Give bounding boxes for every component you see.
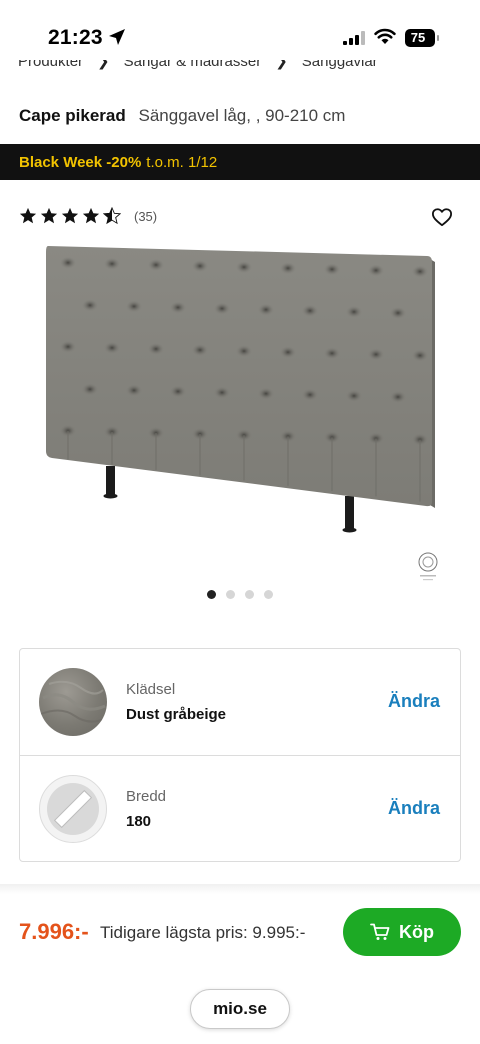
tuft-button xyxy=(258,303,274,316)
battery-level: 75 xyxy=(410,30,426,45)
tuft-button xyxy=(346,305,362,318)
star-half-icon xyxy=(103,207,121,225)
carousel-indicators[interactable] xyxy=(0,590,480,599)
tuft-button xyxy=(236,345,252,358)
tuft-button xyxy=(302,388,318,401)
option-width[interactable]: Bredd 180 Ändra xyxy=(20,755,460,861)
promo-banner[interactable]: Black Week -20% t.o.m. 1/12 xyxy=(0,144,480,180)
tuft-button xyxy=(368,348,384,361)
tuft-button xyxy=(324,263,340,276)
product-name: Cape pikerad xyxy=(19,106,126,125)
review-count: (35) xyxy=(134,208,158,224)
option-label: Klädsel xyxy=(126,681,176,698)
promo-highlight: Black Week -20% xyxy=(19,153,142,171)
tuft-button xyxy=(390,390,406,403)
tuft-button xyxy=(214,302,230,315)
tuft-button xyxy=(170,301,186,314)
tuft-button xyxy=(214,386,230,399)
tuft-button xyxy=(148,258,164,271)
tuft-button xyxy=(104,257,120,270)
status-bar: 21:23 75 xyxy=(0,0,480,66)
carousel-dot[interactable] xyxy=(226,590,235,599)
browser-url-bar[interactable]: mio.se xyxy=(190,989,290,1029)
buy-button-label: Köp xyxy=(399,921,434,942)
previous-lowest-price: Tidigare lägsta pris: 9.995:- xyxy=(100,923,306,942)
star-filled-icon xyxy=(61,207,79,224)
option-value: 180 xyxy=(126,813,152,830)
change-upholstery-button[interactable]: Ändra xyxy=(388,691,440,712)
tuft-button xyxy=(368,264,384,277)
wifi-icon xyxy=(374,28,396,44)
tuft-button xyxy=(390,306,406,319)
shopping-cart-icon xyxy=(370,923,390,940)
option-label: Bredd xyxy=(126,788,167,805)
option-value: Dust gråbeige xyxy=(126,706,227,723)
breadcrumb-item[interactable]: Sänggavlar xyxy=(302,60,378,70)
buy-button[interactable]: Köp xyxy=(343,908,461,956)
promo-period: t.o.m. 1/12 xyxy=(146,153,218,171)
tuft-button xyxy=(412,265,428,278)
star-filled-icon xyxy=(82,207,100,224)
product-image[interactable] xyxy=(40,240,440,540)
tuft-button xyxy=(60,256,76,269)
current-price: 7.996:- xyxy=(19,919,89,944)
star-filled-icon xyxy=(19,207,37,224)
tuft-button xyxy=(104,341,120,354)
product-subtitle: Sänggavel låg, , 90-210 cm xyxy=(138,106,346,125)
status-time: 21:23 xyxy=(48,26,103,49)
tuft-button xyxy=(82,299,98,312)
tuft-button xyxy=(412,349,428,362)
tuft-button xyxy=(280,346,296,359)
tuft-button xyxy=(258,387,274,400)
tuft-button xyxy=(192,260,208,272)
tuft-button xyxy=(280,262,296,275)
tuft-button xyxy=(126,384,142,397)
tuft-button xyxy=(236,261,252,274)
tuft-button xyxy=(148,342,164,355)
tuft-button xyxy=(302,304,318,317)
star-filled-icon xyxy=(40,207,58,224)
breadcrumb-item[interactable]: Produkter xyxy=(18,60,83,70)
carousel-dot[interactable] xyxy=(264,590,273,599)
cellular-signal-icon xyxy=(343,31,365,45)
product-title: Cape pikerad Sänggavel låg, , 90-210 cm xyxy=(19,106,345,126)
width-ruler-icon xyxy=(39,775,107,843)
tuft-button xyxy=(126,300,142,313)
option-upholstery[interactable]: Klädsel Dust gråbeige Ändra xyxy=(20,649,460,755)
tuft-button xyxy=(324,347,340,360)
tuft-button xyxy=(192,344,208,356)
chevron-right-icon: ❯ xyxy=(275,60,288,70)
product-rating[interactable]: (35) xyxy=(19,207,157,225)
battery-indicator: 75 xyxy=(405,29,439,47)
tuft-button xyxy=(60,340,76,353)
purchase-bar: 7.996:- Tidigare lägsta pris: 9.995:- Kö… xyxy=(0,890,480,974)
location-arrow-icon xyxy=(109,29,125,45)
chevron-right-icon: ❯ xyxy=(97,60,110,70)
tuft-button xyxy=(82,383,98,396)
tuft-button xyxy=(346,389,362,402)
carousel-dot[interactable] xyxy=(245,590,254,599)
heart-icon[interactable] xyxy=(431,207,453,227)
tuft-button xyxy=(170,385,186,398)
brand-logo-icon xyxy=(418,552,438,581)
breadcrumb-item[interactable]: Sängar & madrasser xyxy=(124,60,262,70)
change-width-button[interactable]: Ändra xyxy=(388,798,440,819)
breadcrumb: Produkter ❯ Sängar & madrasser ❯ Sänggav… xyxy=(18,60,478,78)
product-options: Klädsel Dust gråbeige Ändra Bredd 180 Än… xyxy=(19,648,461,862)
fabric-swatch-icon xyxy=(39,668,107,736)
carousel-dot[interactable] xyxy=(207,590,216,599)
